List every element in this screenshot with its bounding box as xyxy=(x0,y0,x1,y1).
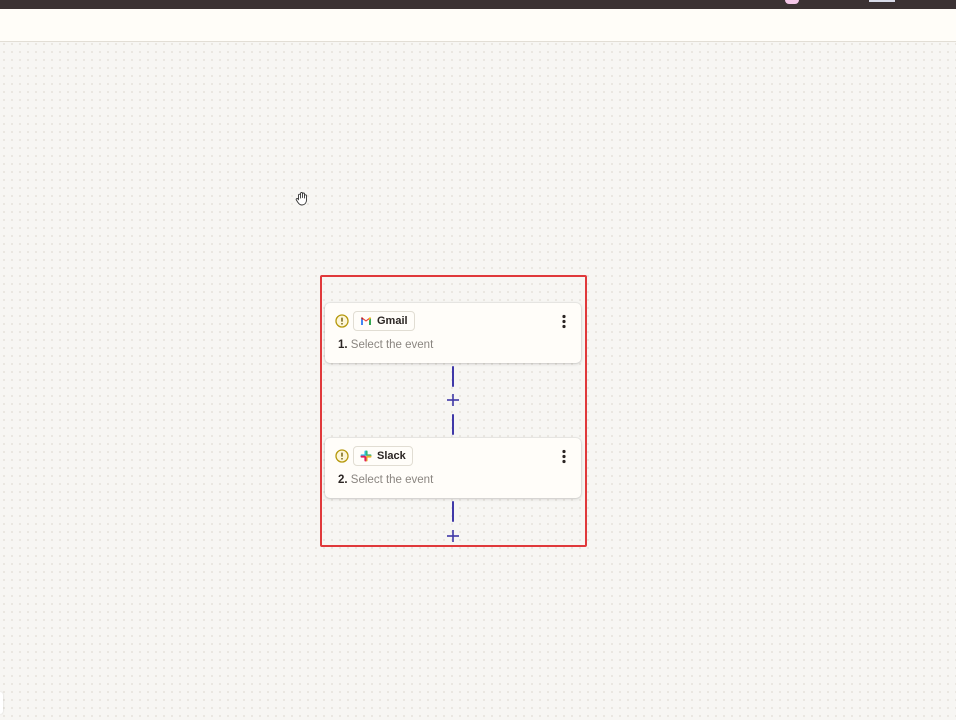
add-step-icon[interactable] xyxy=(446,529,460,543)
add-step-icon[interactable] xyxy=(446,393,460,407)
warning-icon xyxy=(335,449,349,463)
app-name: Slack xyxy=(377,450,406,462)
step-number: 2. xyxy=(338,474,348,486)
avatar[interactable] xyxy=(785,0,799,4)
editor-header xyxy=(0,9,956,42)
hand-grab-icon xyxy=(295,192,307,206)
warning-icon xyxy=(335,314,349,328)
connector-line xyxy=(452,501,454,522)
select-event-label[interactable]: Select the event xyxy=(351,474,433,486)
top-bar xyxy=(0,0,956,9)
slack-icon xyxy=(360,450,372,462)
connector-line xyxy=(452,414,454,435)
select-event-label[interactable]: Select the event xyxy=(351,339,433,351)
app-chip-slack[interactable]: Slack xyxy=(353,446,413,466)
gmail-icon xyxy=(361,317,371,325)
app-name: Gmail xyxy=(377,315,408,327)
step-card-gmail[interactable]: Gmail 1. Select the event xyxy=(325,303,581,363)
step-number: 1. xyxy=(338,339,348,351)
step-card-slack[interactable]: Slack 2. Select the event xyxy=(325,438,581,498)
account-menu[interactable] xyxy=(869,0,895,2)
side-panel-toggle[interactable] xyxy=(0,692,3,714)
connector-line xyxy=(452,366,454,387)
step-description: 2. Select the event xyxy=(338,474,433,486)
step-description: 1. Select the event xyxy=(338,339,433,351)
more-options-icon[interactable] xyxy=(558,314,570,329)
more-options-icon[interactable] xyxy=(558,449,570,464)
app-chip-gmail[interactable]: Gmail xyxy=(353,311,415,331)
